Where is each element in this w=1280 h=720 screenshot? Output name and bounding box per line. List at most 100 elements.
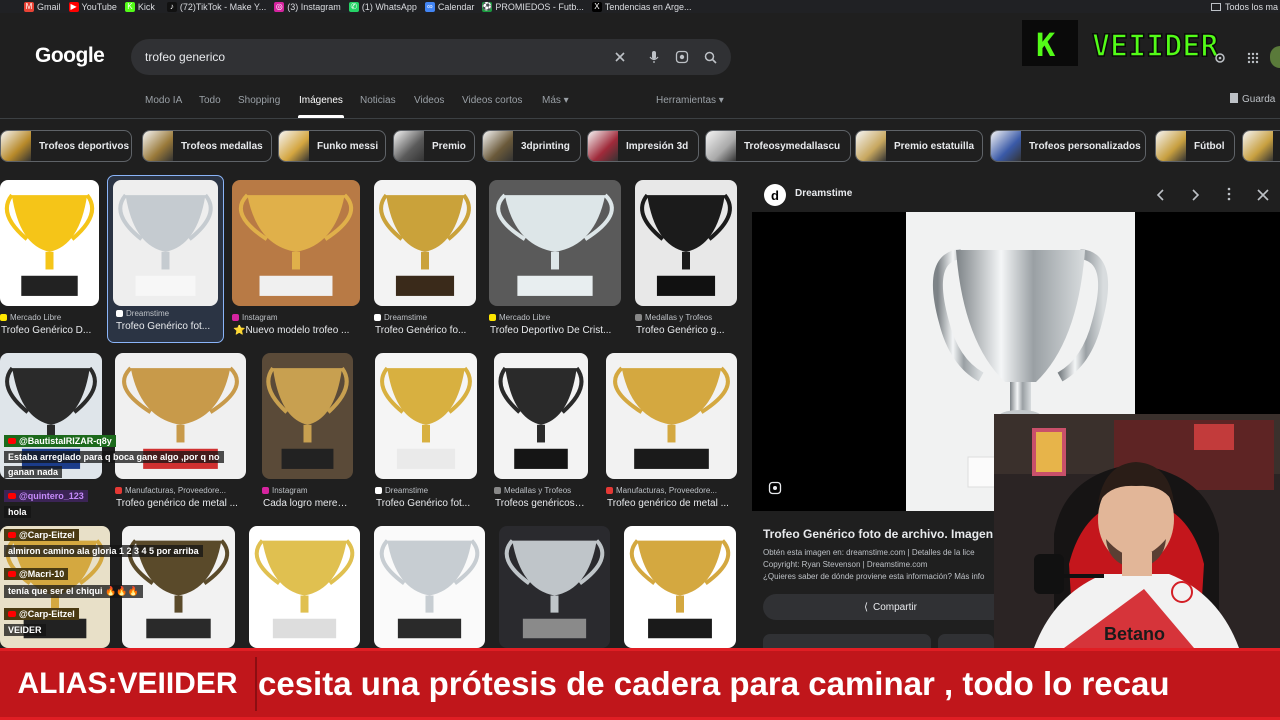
lens-search-icon[interactable] bbox=[768, 481, 782, 500]
image-result[interactable]: Dreamstime Trofeo Genérico fot... bbox=[375, 353, 477, 519]
visit-button[interactable] bbox=[763, 634, 931, 648]
related-chip[interactable]: Trofeos personalizados bbox=[990, 130, 1146, 162]
result-title[interactable]: Cada logro merece... bbox=[263, 498, 350, 509]
search-tab[interactable]: Más ▾ bbox=[542, 95, 569, 106]
related-chip[interactable]: Trofeos deportivos bbox=[0, 130, 132, 162]
chat-username-label: @Carp-Eitzel bbox=[19, 609, 75, 619]
result-title[interactable]: Trofeo Genérico fot... bbox=[376, 498, 474, 509]
bookmark-item[interactable]: ♪ (72)TikTok - Make Y... bbox=[166, 1, 266, 12]
result-source[interactable]: Dreamstime bbox=[116, 309, 231, 318]
bookmark-item[interactable]: K Kick bbox=[124, 1, 155, 12]
search-input[interactable]: trofeo generico bbox=[145, 50, 225, 64]
more-options-icon[interactable] bbox=[1227, 187, 1231, 206]
related-chip[interactable]: Impresión 3d bbox=[587, 130, 699, 162]
search-tab[interactable]: Imágenes bbox=[299, 95, 343, 106]
related-chip[interactable]: Premio bbox=[393, 130, 475, 162]
search-tab[interactable]: Shopping bbox=[238, 95, 280, 106]
result-thumbnail[interactable] bbox=[606, 353, 737, 479]
image-result[interactable]: Mercado Libre Trofeo Deportivo De Crist..… bbox=[489, 180, 621, 346]
next-icon[interactable] bbox=[1190, 188, 1200, 206]
search-tab[interactable]: Videos bbox=[414, 95, 444, 106]
bookmark-item[interactable]: ✆ (1) WhatsApp bbox=[348, 1, 417, 12]
bookmark-item[interactable]: ▶ YouTube bbox=[68, 1, 117, 12]
related-chip[interactable]: Funko messi bbox=[278, 130, 386, 162]
saved-link[interactable]: Guarda bbox=[1230, 93, 1275, 105]
result-thumbnail[interactable] bbox=[249, 526, 360, 648]
image-result[interactable]: Instagram ⭐Nuevo modelo trofeo ... bbox=[232, 180, 360, 346]
result-source[interactable]: Dreamstime bbox=[374, 313, 476, 322]
chat-message: hola bbox=[4, 506, 31, 518]
image-result[interactable]: Dreamstime Trofeo Genérico fot... bbox=[107, 175, 224, 343]
result-thumbnail[interactable] bbox=[0, 180, 99, 306]
result-source[interactable]: Manufacturas, Proveedore... bbox=[606, 486, 737, 495]
result-thumbnail[interactable] bbox=[262, 353, 353, 479]
bookmark-item[interactable]: M Gmail bbox=[24, 1, 61, 12]
all-bookmarks-link[interactable]: Todos los ma bbox=[1210, 0, 1280, 13]
result-source[interactable]: Instagram bbox=[262, 486, 353, 495]
image-result[interactable]: Medallas y Trofeos Trofeos genéricos ... bbox=[494, 353, 588, 519]
search-tab[interactable]: Noticias bbox=[360, 95, 396, 106]
share-button[interactable]: ⟨ Compartir bbox=[763, 594, 1018, 620]
result-source[interactable]: Mercado Libre bbox=[0, 313, 99, 322]
lens-icon[interactable] bbox=[672, 47, 692, 67]
result-thumbnail[interactable] bbox=[232, 180, 360, 306]
save-button[interactable] bbox=[938, 634, 994, 648]
settings-icon[interactable] bbox=[1214, 51, 1226, 69]
result-source[interactable]: Medallas y Trofeos bbox=[494, 486, 588, 495]
image-result[interactable]: Medallas y Trofeos Trofeo Genérico g... bbox=[635, 180, 737, 346]
search-tab[interactable]: Herramientas ▾ bbox=[656, 95, 724, 106]
result-title[interactable]: Trofeo Genérico fot... bbox=[116, 321, 227, 332]
result-title[interactable]: Trofeo Genérico D... bbox=[1, 325, 96, 336]
microphone-icon[interactable] bbox=[644, 47, 664, 67]
result-thumbnail[interactable] bbox=[624, 526, 736, 648]
result-title[interactable]: Trofeo Genérico fo... bbox=[375, 325, 473, 336]
panel-title[interactable]: Trofeo Genérico foto de archivo. Imagen bbox=[763, 527, 993, 541]
result-title[interactable]: ⭐Nuevo modelo trofeo ... bbox=[233, 325, 357, 336]
search-tab[interactable]: Todo bbox=[199, 95, 221, 106]
bookmark-item[interactable]: X Tendencias en Arge... bbox=[591, 1, 691, 12]
result-thumbnail[interactable] bbox=[499, 526, 610, 648]
search-tab[interactable]: Modo IA bbox=[145, 95, 182, 106]
result-title[interactable]: Trofeo Genérico g... bbox=[636, 325, 734, 336]
result-thumbnail[interactable] bbox=[635, 180, 737, 306]
related-chip[interactable]: Trofeos medallas bbox=[142, 130, 272, 162]
google-logo[interactable]: Google bbox=[35, 44, 105, 68]
image-result[interactable]: Manufacturas, Proveedore... Trofeo genéri… bbox=[115, 353, 246, 519]
result-thumbnail[interactable] bbox=[494, 353, 588, 479]
related-chip[interactable]: Fútbol bbox=[1155, 130, 1235, 162]
bookmark-item[interactable]: ∞ Calendar bbox=[424, 1, 474, 12]
previous-icon[interactable] bbox=[1156, 188, 1166, 206]
result-title[interactable]: Trofeo Deportivo De Crist... bbox=[490, 325, 618, 336]
result-source[interactable]: Medallas y Trofeos bbox=[635, 313, 737, 322]
panel-source[interactable]: Dreamstime bbox=[795, 188, 852, 199]
result-thumbnail[interactable] bbox=[374, 526, 485, 648]
result-title[interactable]: Trofeo genérico de metal ... bbox=[607, 498, 734, 509]
result-title[interactable]: Trofeo genérico de metal ... bbox=[116, 498, 243, 509]
result-source[interactable]: Dreamstime bbox=[375, 486, 477, 495]
source-favicon-icon bbox=[262, 487, 269, 494]
result-source[interactable]: Instagram bbox=[232, 313, 360, 322]
image-result[interactable]: Instagram Cada logro merece... bbox=[262, 353, 353, 519]
clear-icon[interactable] bbox=[610, 47, 630, 67]
related-chip[interactable]: Trofeosymedallascu bbox=[705, 130, 851, 162]
result-title[interactable]: Trofeos genéricos ... bbox=[495, 498, 585, 509]
search-box[interactable]: trofeo generico bbox=[131, 39, 731, 75]
result-thumbnail[interactable] bbox=[375, 353, 477, 479]
image-result[interactable]: Dreamstime Trofeo Genérico fo... bbox=[374, 180, 476, 346]
related-chip[interactable]: 3dprinting bbox=[482, 130, 581, 162]
search-icon[interactable] bbox=[700, 47, 720, 67]
search-tab[interactable]: Videos cortos bbox=[462, 95, 522, 106]
result-thumbnail[interactable] bbox=[374, 180, 476, 306]
result-source[interactable]: Manufacturas, Proveedore... bbox=[115, 486, 246, 495]
result-source[interactable]: Mercado Libre bbox=[489, 313, 621, 322]
bookmark-item[interactable]: ⚽ PROMIEDOS - Futb... bbox=[482, 1, 584, 12]
apps-icon[interactable] bbox=[1247, 51, 1259, 69]
image-result[interactable]: Mercado Libre Trofeo Genérico D... bbox=[0, 180, 99, 346]
close-icon[interactable] bbox=[1257, 188, 1269, 206]
related-chip-partial[interactable] bbox=[1242, 130, 1280, 162]
related-chip[interactable]: Premio estatuilla bbox=[855, 130, 983, 162]
bookmark-item[interactable]: ◎ (3) Instagram bbox=[274, 1, 341, 12]
result-thumbnail[interactable] bbox=[113, 180, 218, 306]
result-thumbnail[interactable] bbox=[489, 180, 621, 306]
image-result[interactable]: Manufacturas, Proveedore... Trofeo genéri… bbox=[606, 353, 737, 519]
